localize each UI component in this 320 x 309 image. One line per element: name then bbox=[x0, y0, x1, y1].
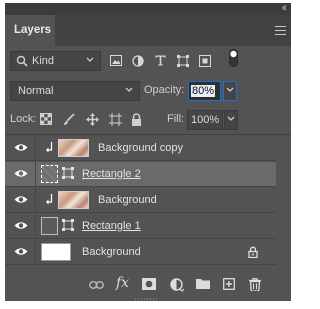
layer-row[interactable]: Rectangle 1 bbox=[5, 214, 276, 239]
panel-menu-icon[interactable] bbox=[275, 26, 286, 35]
layer-thumbnail bbox=[41, 217, 58, 235]
layer-thumbnail bbox=[58, 191, 89, 209]
layer-thumbnail bbox=[41, 243, 71, 261]
visibility-eye-icon[interactable] bbox=[14, 221, 28, 230]
panel-tab-bar: Layers bbox=[5, 15, 291, 46]
adjustment-layer-filter-icon[interactable] bbox=[132, 55, 144, 67]
layer-row[interactable]: Background copy bbox=[5, 136, 276, 161]
layer-name[interactable]: Background bbox=[98, 194, 157, 206]
lock-label: Lock: bbox=[10, 113, 37, 125]
panel-title-strip: ‹‹ bbox=[5, 3, 291, 15]
visibility-eye-icon[interactable] bbox=[14, 143, 28, 152]
clipping-mask-arrow-icon bbox=[46, 142, 53, 153]
layers-panel: ‹‹ Layers Kind Normal Opacity: 80% Lock:… bbox=[5, 3, 291, 301]
visibility-eye-icon[interactable] bbox=[14, 169, 28, 178]
blend-mode-select[interactable]: Normal bbox=[10, 81, 140, 101]
resize-grip[interactable] bbox=[135, 298, 159, 300]
shape-layer-filter-icon[interactable] bbox=[177, 55, 189, 67]
link-layers-icon[interactable] bbox=[89, 281, 104, 289]
adjustment-layer-icon[interactable] bbox=[170, 278, 184, 292]
filter-toggle-icon[interactable] bbox=[229, 49, 238, 67]
filter-kind-select[interactable]: Kind bbox=[10, 51, 101, 71]
layer-name[interactable]: Background bbox=[82, 246, 141, 258]
fill-dropdown-button[interactable] bbox=[224, 110, 238, 130]
tab-layers[interactable]: Layers bbox=[5, 15, 55, 46]
blend-row: Normal Opacity: 80% bbox=[5, 81, 291, 101]
divider bbox=[5, 134, 291, 135]
layer-mask-icon[interactable] bbox=[142, 278, 156, 290]
chevron-down-icon bbox=[227, 116, 235, 121]
layers-scrollbar[interactable] bbox=[276, 136, 291, 268]
layer-name[interactable]: Rectangle 1 bbox=[82, 220, 141, 232]
lock-row: Lock: Fill: 100% bbox=[5, 110, 291, 130]
layers-bottom-toolbar: fx bbox=[5, 271, 291, 301]
layer-thumbnail bbox=[41, 165, 58, 183]
smart-object-filter-icon[interactable] bbox=[199, 55, 211, 67]
visibility-eye-icon[interactable] bbox=[14, 247, 28, 256]
layer-row[interactable]: Background bbox=[5, 188, 276, 213]
chevron-down-icon bbox=[226, 87, 234, 92]
fill-value: 100% bbox=[191, 114, 220, 126]
visibility-eye-icon[interactable] bbox=[14, 195, 28, 204]
blend-mode-label: Normal bbox=[18, 85, 54, 97]
layer-thumbnail bbox=[58, 139, 89, 157]
new-group-folder-icon[interactable] bbox=[196, 278, 210, 289]
opacity-value: 80% bbox=[191, 85, 216, 97]
layer-style-fx-icon[interactable]: fx bbox=[116, 275, 129, 291]
fill-input[interactable]: 100% bbox=[187, 110, 223, 130]
lock-image-pixels-icon[interactable] bbox=[63, 113, 75, 126]
lock-position-icon[interactable] bbox=[86, 113, 99, 126]
search-icon bbox=[16, 55, 28, 67]
layer-row[interactable]: Rectangle 2 bbox=[5, 162, 276, 187]
opacity-dropdown-button[interactable] bbox=[223, 81, 237, 101]
clipping-mask-arrow-icon bbox=[46, 194, 53, 205]
layer-name[interactable]: Rectangle 2 bbox=[82, 168, 141, 180]
filter-row: Kind bbox=[5, 49, 291, 75]
pixel-layer-filter-icon[interactable] bbox=[110, 55, 122, 66]
filter-kind-label: Kind bbox=[32, 55, 55, 67]
delete-layer-icon[interactable] bbox=[249, 278, 261, 291]
vector-shape-icon bbox=[62, 167, 74, 179]
opacity-input[interactable]: 80% bbox=[188, 81, 221, 101]
vector-shape-icon bbox=[62, 219, 74, 231]
chevron-down-icon bbox=[125, 87, 133, 92]
lock-transparent-pixels-icon[interactable] bbox=[40, 113, 52, 125]
collapse-panel-icon[interactable]: ‹‹ bbox=[282, 3, 288, 15]
layer-name[interactable]: Background copy bbox=[98, 142, 183, 154]
type-layer-filter-icon[interactable] bbox=[155, 55, 166, 66]
new-layer-icon[interactable] bbox=[223, 278, 235, 290]
lock-artboard-icon[interactable] bbox=[109, 113, 122, 126]
layer-row[interactable]: Background bbox=[5, 240, 276, 265]
chevron-down-icon bbox=[86, 57, 94, 62]
layer-locked-icon[interactable] bbox=[248, 246, 258, 258]
opacity-label: Opacity: bbox=[144, 84, 185, 96]
fill-label: Fill: bbox=[167, 113, 185, 125]
lock-all-icon[interactable] bbox=[131, 113, 142, 126]
